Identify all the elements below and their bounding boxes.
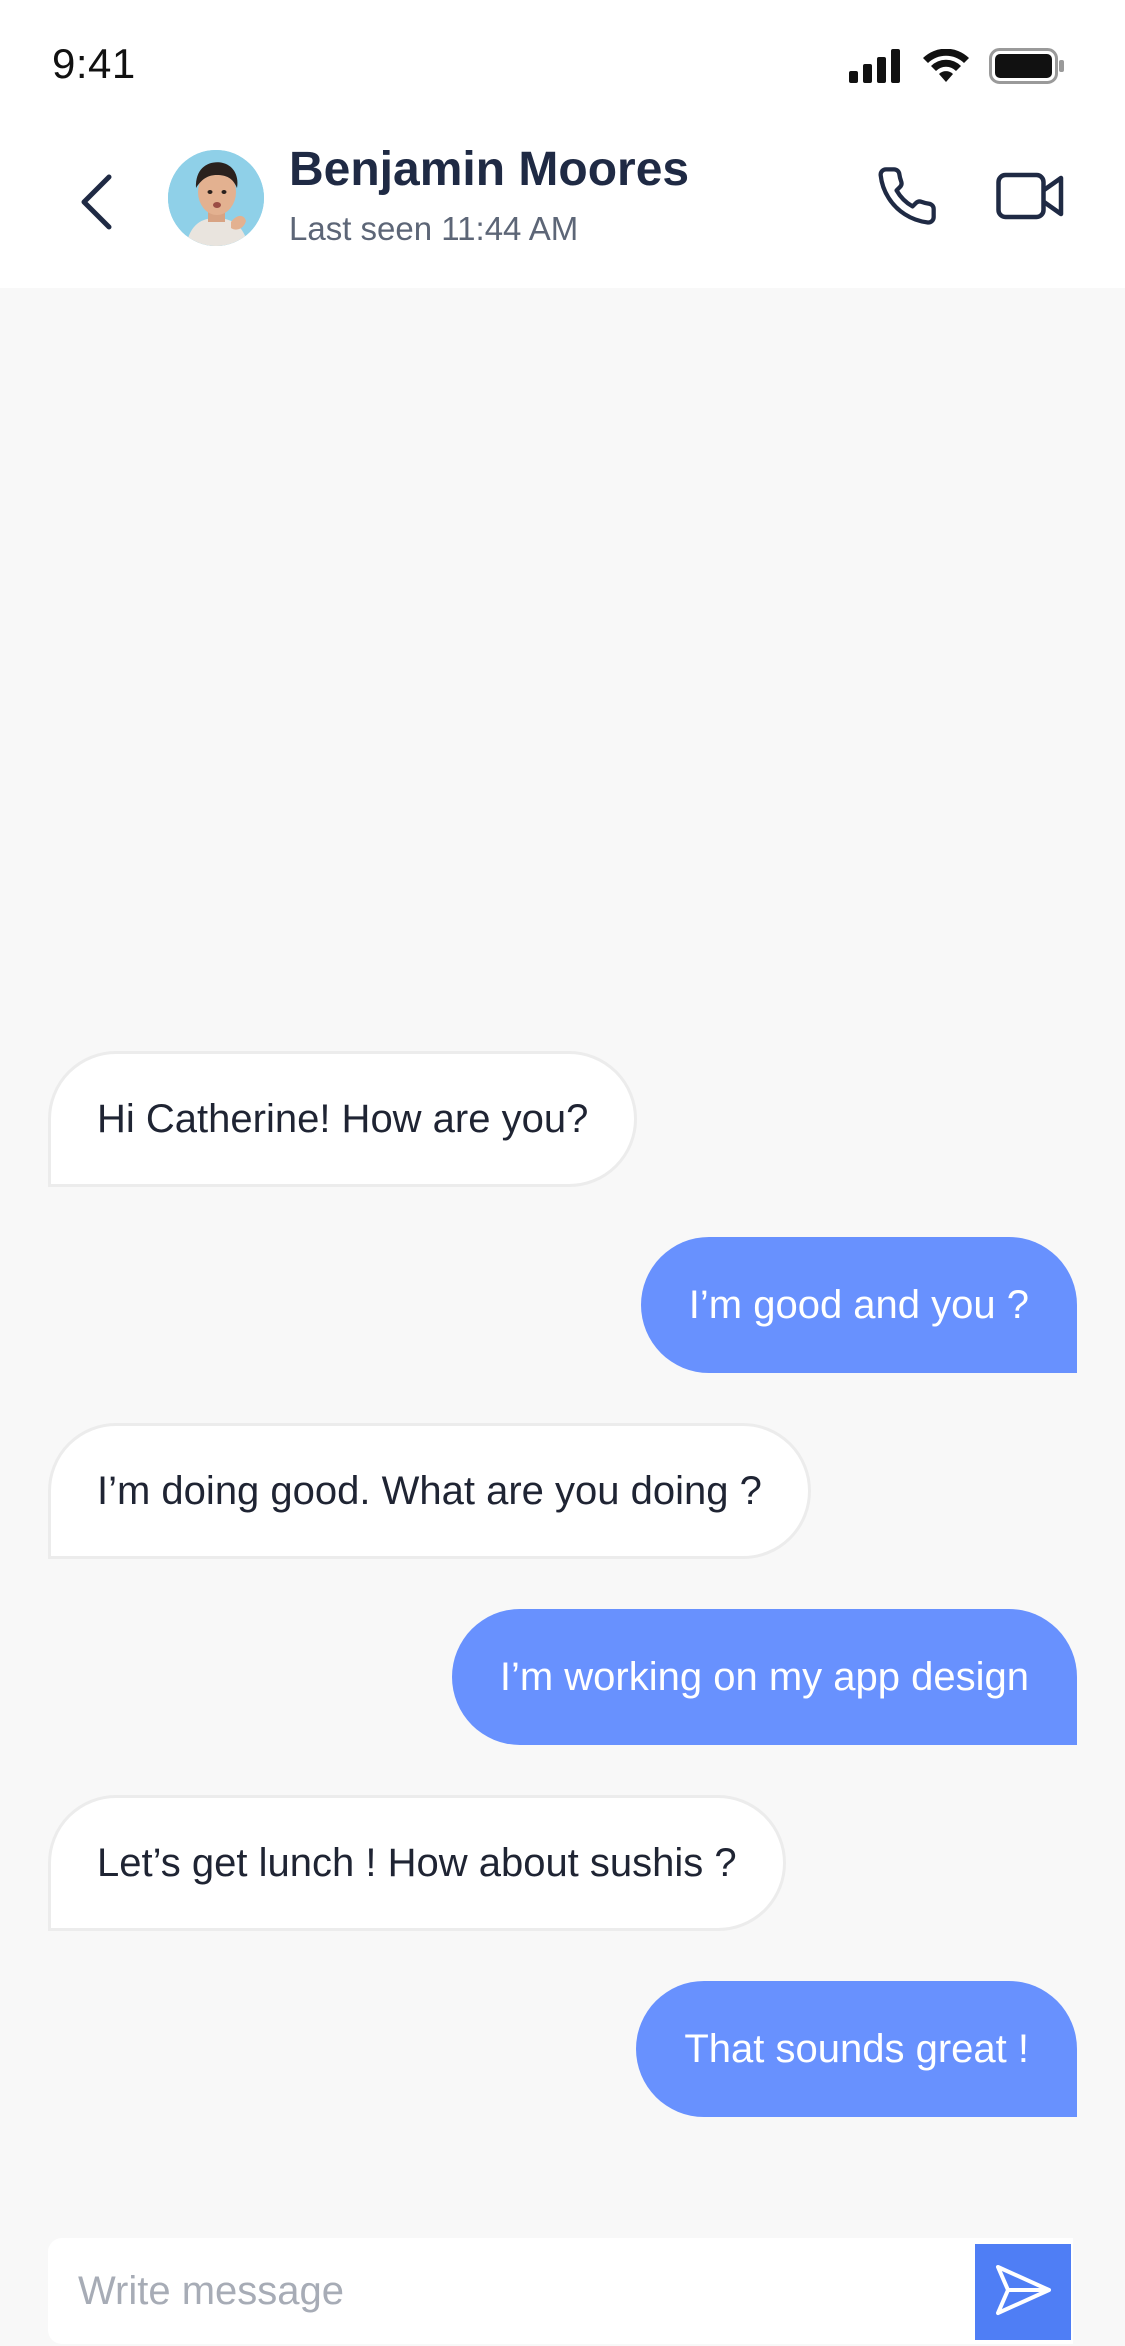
message-outgoing: I’m working on my app design xyxy=(451,1609,1077,1745)
wifi-icon xyxy=(923,48,969,88)
video-call-button[interactable] xyxy=(994,164,1066,232)
call-button[interactable] xyxy=(873,164,941,232)
contact-name: Benjamin Moores xyxy=(289,143,690,196)
message-incoming: Hi Catherine! How are you? xyxy=(48,1051,638,1187)
message-outgoing: I’m good and you ? xyxy=(640,1237,1077,1373)
avatar[interactable] xyxy=(168,150,264,246)
message-incoming: Let’s get lunch ! How about sushis ? xyxy=(48,1795,786,1931)
send-icon xyxy=(993,2262,1053,2323)
chevron-left-icon xyxy=(79,174,113,235)
status-icons xyxy=(849,48,1065,89)
last-seen-status: Last seen 11:44 AM xyxy=(289,210,579,247)
message-composer xyxy=(48,2238,1073,2344)
message-outgoing: That sounds great ! xyxy=(636,1981,1077,2117)
status-time: 9:41 xyxy=(52,40,136,87)
send-button[interactable] xyxy=(975,2244,1071,2340)
message-incoming: I’m doing good. What are you doing ? xyxy=(48,1423,811,1559)
chat-header: Benjamin Moores Last seen 11:44 AM xyxy=(0,120,1125,288)
message-input[interactable] xyxy=(48,2238,968,2344)
battery-icon xyxy=(989,48,1065,89)
phone-icon xyxy=(875,164,939,233)
back-button[interactable] xyxy=(66,166,126,242)
video-camera-icon xyxy=(996,170,1064,227)
status-bar: 9:41 xyxy=(0,0,1125,120)
cellular-signal-icon xyxy=(849,49,903,88)
